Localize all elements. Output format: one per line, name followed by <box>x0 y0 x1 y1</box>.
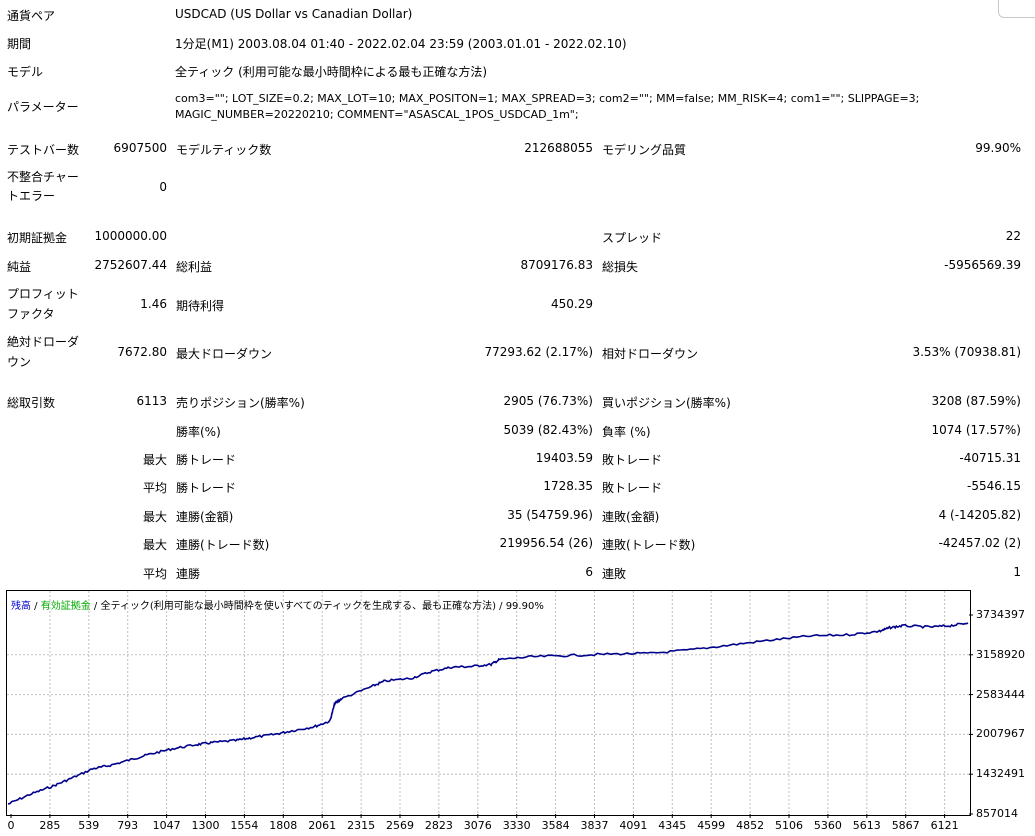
x-tick-label: 5613 <box>852 819 881 832</box>
x-tick-label: 1047 <box>152 819 181 832</box>
x-tick-label: 5867 <box>891 819 920 832</box>
y-tick-label: 2007967 <box>976 727 1025 741</box>
y-tick-label: 857014 <box>976 807 1018 820</box>
x-tick-label: 4852 <box>736 819 765 832</box>
chart-legend-balance: 残高 <box>11 601 31 612</box>
y-tick-label: 1432491 <box>976 767 1025 781</box>
x-tick-label: 3076 <box>463 819 492 832</box>
x-tick-label: 3330 <box>502 819 531 832</box>
x-tick-label: 4345 <box>658 819 687 832</box>
chart-legend-equity: 有効証拠金 <box>40 601 91 612</box>
balance-chart <box>7 591 973 818</box>
x-tick-label: 3837 <box>580 819 609 832</box>
y-tick-label: 2583444 <box>976 687 1025 701</box>
x-tick-label: 4599 <box>697 819 726 832</box>
x-tick-label: 3584 <box>541 819 570 832</box>
x-tick-label: 1554 <box>230 819 259 832</box>
x-tick-label: 285 <box>39 819 61 832</box>
x-tick-label: 2061 <box>308 819 337 832</box>
y-tick-label: 3734397 <box>976 608 1025 621</box>
chart-legend-sep-1: / <box>31 601 41 612</box>
x-tick-label: 5360 <box>813 819 842 832</box>
x-tick-label: 2569 <box>386 819 414 832</box>
x-tick-label: 2315 <box>347 819 376 832</box>
x-tick-label: 793 <box>117 819 139 832</box>
chart-header-rest: 全ティック(利用可能な最小時間枠を使いすべてのティックを生成する、最も正確な方法… <box>100 601 544 612</box>
x-tick-label: 6121 <box>930 819 959 832</box>
chart-legend-sep-2: / <box>90 601 101 612</box>
x-tick-label: 539 <box>78 819 100 832</box>
balance-series-line <box>7 622 969 805</box>
x-tick-label: 0 <box>7 819 15 832</box>
x-tick-label: 2823 <box>424 819 453 832</box>
x-tick-label: 4091 <box>619 819 648 832</box>
x-tick-label: 5106 <box>775 819 803 832</box>
x-tick-label: 1808 <box>269 819 298 832</box>
x-tick-label: 1300 <box>191 819 220 832</box>
y-tick-label: 3158920 <box>976 647 1025 661</box>
chart-header: 残高 / 有効証拠金 / 全ティック(利用可能な最小時間枠を使いすべてのティック… <box>11 597 544 612</box>
